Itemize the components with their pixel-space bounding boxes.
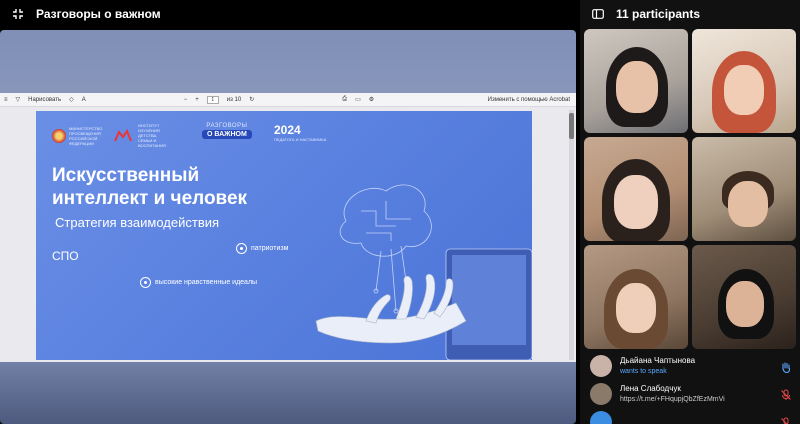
target-icon [140,277,151,288]
rotate-icon[interactable]: ↻ [249,96,254,103]
print-icon[interactable]: ⎙ [342,96,347,103]
sidebar-toggle-icon[interactable] [580,9,616,19]
shared-screen[interactable]: ≡ ▽ Нарисовать ◇ A − + 1 из 10 ↻ ⎙ ▭ ⚙ И… [0,30,576,424]
brand-logo: РАЗГОВОРЫ О ВАЖНОМ [202,123,252,139]
emblem-icon [52,128,66,143]
raise-hand-icon[interactable] [780,360,792,378]
menu-icon[interactable]: ≡ [4,97,8,103]
video-call-window: Разговоры о важном ≡ ▽ Нарисовать ◇ A − … [0,0,800,424]
video-tile[interactable] [584,137,688,241]
panel-header: 11 participants [580,0,800,28]
ministry-logo: МИНИСТЕРСТВО ПРОСВЕЩЕНИЯ РОССИЙСКОЙ ФЕДЕ… [52,126,102,146]
save-icon[interactable]: ▭ [355,96,361,103]
video-tile[interactable] [584,245,688,349]
video-tile[interactable] [692,245,796,349]
participant-status: https://t.me/+FHqupjQbZfEzMmVi [620,396,725,403]
avatar [590,411,612,424]
tag-ideals: высокие нравственные идеалы [140,277,257,288]
avatar [590,383,612,405]
participant-row[interactable] [580,408,800,424]
page-number-input[interactable]: 1 [206,95,219,104]
robot-hand-illustration [315,184,532,360]
settings-icon[interactable]: ⚙ [369,96,374,103]
participant-name: Лена Слабодчук [620,384,681,393]
pdf-scrollbar[interactable] [569,110,574,360]
call-title: Разговоры о важном [36,7,161,21]
mic-off-icon[interactable] [780,388,792,406]
video-tile[interactable] [584,29,688,133]
presentation-slide: МИНИСТЕРСТВО ПРОСВЕЩЕНИЯ РОССИЙСКОЙ ФЕДЕ… [36,111,532,360]
text-icon[interactable]: A [82,97,86,103]
mic-off-icon[interactable] [780,416,792,424]
slide-level: СПО [52,249,79,263]
horse-icon [114,128,132,141]
zoom-out-icon[interactable]: − [184,97,188,103]
target-icon [236,243,247,254]
video-tile[interactable] [692,29,796,133]
minimize-screen-icon[interactable] [0,0,36,28]
avatar [590,355,612,377]
year-logo: 2024 ПЕДАГОГА И НАСТАВНИКА [274,123,327,142]
participants-list: Дьайана Чаптынова wants to speak Лена Сл… [580,352,800,424]
participant-row[interactable]: Дьайана Чаптынова wants to speak [580,352,800,380]
filter-icon[interactable]: ▽ [16,96,21,103]
zoom-in-icon[interactable]: + [195,97,199,103]
call-header: Разговоры о важном [0,0,580,28]
pdf-toolbar: ≡ ▽ Нарисовать ◇ A − + 1 из 10 ↻ ⎙ ▭ ⚙ И… [0,93,576,107]
participants-count: 11 participants [616,7,701,21]
participant-status: wants to speak [620,368,667,375]
edit-acrobat-button[interactable]: Изменить с помощью Acrobat [488,97,576,103]
slide-subtitle: Стратегия взаимодействия [55,215,220,230]
scrollbar-thumb[interactable] [569,113,574,139]
participant-name: Дьайана Чаптынова [620,356,696,365]
eraser-icon[interactable]: ◇ [69,96,74,103]
participant-row[interactable]: Лена Слабодчук https://t.me/+FHqupjQbZfE… [580,380,800,408]
institute-logo: ИНСТИТУТ ИЗУЧЕНИЯ ДЕТСТВА, СЕМЬИ И ВОСПИ… [113,123,172,148]
tag-patriotism: патриотизм [236,243,288,254]
video-tile[interactable] [692,137,796,241]
page-total: из 10 [226,96,242,103]
logos-row: МИНИСТЕРСТВО ПРОСВЕЩЕНИЯ РОССИЙСКОЙ ФЕДЕ… [52,123,172,148]
draw-button[interactable]: Нарисовать [28,97,61,103]
